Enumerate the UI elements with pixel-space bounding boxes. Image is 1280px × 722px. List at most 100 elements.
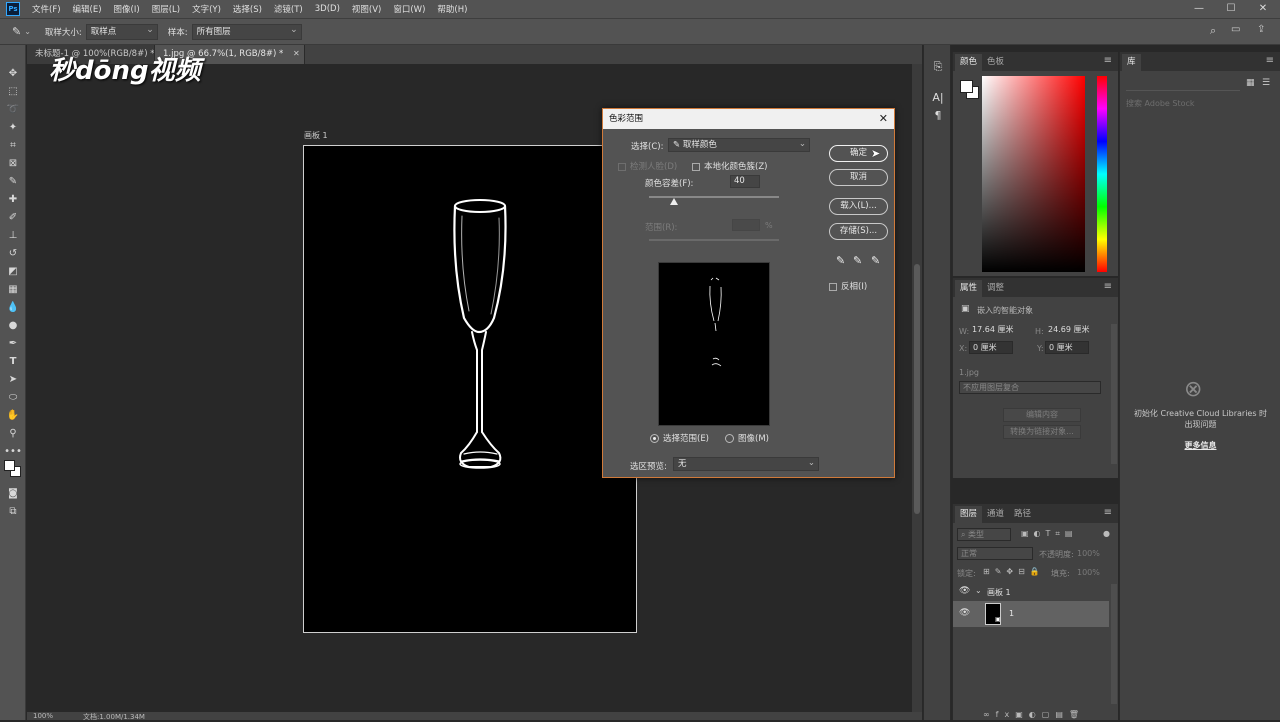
menu-window[interactable]: 窗口(W) <box>387 3 431 15</box>
shape-tool-icon[interactable]: ⬭ <box>4 390 22 406</box>
healing-brush-tool-icon[interactable]: ✚ <box>4 192 22 208</box>
layer-comp-select[interactable]: 不应用图层复合 <box>959 381 1101 394</box>
more-tools-icon[interactable]: ••• <box>4 444 22 460</box>
eyedropper-icon[interactable]: ✎ <box>12 25 21 38</box>
crop-tool-icon[interactable]: ⌗ <box>4 138 22 154</box>
edit-contents-button[interactable]: 编辑内容 <box>1003 408 1081 422</box>
tab-color[interactable]: 颜色 <box>955 54 983 71</box>
paragraph-icon[interactable]: ¶ <box>930 108 946 124</box>
path-selection-tool-icon[interactable]: ➤ <box>4 372 22 388</box>
width-field[interactable]: 17.64 厘米 <box>969 324 1027 337</box>
fuzziness-input[interactable]: 40 <box>730 175 760 188</box>
layers-scrollbar[interactable] <box>1111 584 1117 704</box>
character-icon[interactable]: A| <box>930 90 946 106</box>
menu-filter[interactable]: 滤镜(T) <box>268 3 309 15</box>
selection-radio[interactable]: 选择范围(E) <box>650 432 709 444</box>
tab-layers[interactable]: 图层 <box>955 506 983 523</box>
range-input[interactable] <box>732 219 760 231</box>
layer-row-1[interactable]: 👁 ▣ 1 <box>953 601 1109 627</box>
y-field[interactable]: 0 厘米 <box>1045 341 1089 354</box>
search-icon[interactable]: ⌕ <box>1210 24 1216 38</box>
tab-libraries[interactable]: 库 <box>1122 54 1141 71</box>
convert-linked-button[interactable]: 转换为链接对象... <box>1003 425 1081 439</box>
panel-menu-icon[interactable]: ≡ <box>1104 281 1112 292</box>
filter-toggle-icon[interactable]: ● <box>1103 529 1110 538</box>
panel-menu-icon[interactable]: ≡ <box>1104 507 1112 518</box>
canvas-vertical-scrollbar[interactable] <box>912 64 922 714</box>
tab-paths[interactable]: 路径 <box>1009 506 1036 523</box>
layer-row-artboard[interactable]: 👁 ⌄ 画板 1 <box>953 584 1109 600</box>
move-tool-icon[interactable]: ✥ <box>4 66 22 82</box>
eraser-tool-icon[interactable]: ◩ <box>4 264 22 280</box>
blur-tool-icon[interactable]: 💧 <box>4 300 22 316</box>
hand-tool-icon[interactable]: ✋ <box>4 408 22 424</box>
menu-type[interactable]: 文字(Y) <box>186 3 227 15</box>
tool-preset-chevron-icon[interactable]: ⌄ <box>24 27 31 36</box>
artboard[interactable] <box>303 145 637 633</box>
type-tool-icon[interactable]: T <box>4 354 22 370</box>
dodge-tool-icon[interactable]: ● <box>4 318 22 334</box>
menu-image[interactable]: 图像(I) <box>108 3 146 15</box>
stock-search-input[interactable]: 搜索 Adobe Stock <box>1126 98 1195 109</box>
blend-mode-select[interactable]: 正常 <box>957 547 1033 560</box>
sample-select[interactable]: 所有图层 <box>191 23 302 40</box>
library-dropdown[interactable] <box>1126 79 1240 91</box>
share-icon[interactable]: ⇪ <box>1257 24 1265 35</box>
expand-chevron-icon[interactable]: ⌄ <box>975 586 982 595</box>
gradient-tool-icon[interactable]: ▦ <box>4 282 22 298</box>
panel-menu-icon[interactable]: ≡ <box>1104 55 1112 66</box>
workspace-icon[interactable]: ▭ <box>1231 24 1240 35</box>
scrollbar-thumb[interactable] <box>914 264 920 514</box>
image-radio[interactable]: 图像(M) <box>725 432 769 444</box>
detect-faces-checkbox[interactable]: 检测人脸(D) <box>618 160 677 172</box>
layer-filter-select[interactable]: ⌕ 类型 <box>957 528 1011 541</box>
menu-layer[interactable]: 图层(L) <box>146 3 186 15</box>
invert-checkbox[interactable]: 反相(I) <box>829 280 867 292</box>
clone-stamp-tool-icon[interactable]: ⊥ <box>4 228 22 244</box>
foreground-color-swatch[interactable] <box>4 460 15 471</box>
menu-edit[interactable]: 编辑(E) <box>67 3 108 15</box>
color-field[interactable] <box>982 76 1085 272</box>
fuzziness-slider-thumb[interactable] <box>670 198 678 205</box>
magic-wand-tool-icon[interactable]: ✦ <box>4 120 22 136</box>
lasso-tool-icon[interactable]: ➰ <box>4 102 22 118</box>
tab-properties[interactable]: 属性 <box>955 280 983 297</box>
foreground-swatch[interactable] <box>960 80 973 93</box>
eyedropper-tool-icon[interactable]: ✎ <box>4 174 22 190</box>
more-info-link[interactable]: 更多信息 <box>1130 440 1271 451</box>
dialog-close-icon[interactable]: ✕ <box>879 109 888 129</box>
menu-view[interactable]: 视图(V) <box>346 3 387 15</box>
frame-tool-icon[interactable]: ⊠ <box>4 156 22 172</box>
hue-slider[interactable] <box>1097 76 1107 272</box>
opacity-value[interactable]: 100% <box>1077 549 1100 558</box>
close-button[interactable]: ✕ <box>1248 0 1278 18</box>
minimize-button[interactable]: — <box>1184 0 1214 18</box>
tab-adjustments[interactable]: 调整 <box>982 280 1009 297</box>
tab-swatches[interactable]: 色板 <box>982 54 1009 71</box>
menu-3d[interactable]: 3D(D) <box>309 4 346 14</box>
eyedropper-sample-icon[interactable]: ✎ <box>836 254 845 267</box>
save-button[interactable]: 存储(S)... <box>829 223 888 240</box>
doc-size[interactable]: 文档:1.00M/1.34M <box>83 712 145 722</box>
cancel-button[interactable]: 取消 <box>829 169 888 186</box>
eyedropper-subtract-icon[interactable]: ✎ <box>871 254 880 267</box>
sample-size-select[interactable]: 取样点 <box>85 23 158 40</box>
layer-footer-icons[interactable]: ∞fx▣◐▢▤🗑 <box>983 710 1085 719</box>
select-dropdown[interactable]: ✎ 取样颜色 ⌄ <box>668 138 810 152</box>
panel-menu-icon[interactable]: ≡ <box>1266 55 1274 66</box>
fuzziness-slider-track[interactable] <box>649 196 779 198</box>
localized-clusters-checkbox[interactable]: 本地化颜色簇(Z) <box>692 160 767 172</box>
lock-icons[interactable]: ⊞✎✥⊟🔒 <box>983 567 1045 576</box>
menu-select[interactable]: 选择(S) <box>227 3 268 15</box>
maximize-button[interactable]: ☐ <box>1216 0 1246 18</box>
grid-view-icon[interactable]: ▦ <box>1246 78 1255 88</box>
x-field[interactable]: 0 厘米 <box>969 341 1013 354</box>
quick-mask-icon[interactable]: ◙ <box>4 486 22 502</box>
visibility-eye-icon[interactable]: 👁 <box>959 586 970 596</box>
visibility-eye-icon[interactable]: 👁 <box>959 608 970 618</box>
height-field[interactable]: 24.69 厘米 <box>1045 324 1103 337</box>
load-button[interactable]: 载入(L)... <box>829 198 888 215</box>
menu-file[interactable]: 文件(F) <box>26 3 67 15</box>
properties-scrollbar[interactable] <box>1111 324 1117 464</box>
screen-mode-icon[interactable]: ⧉ <box>4 504 22 520</box>
